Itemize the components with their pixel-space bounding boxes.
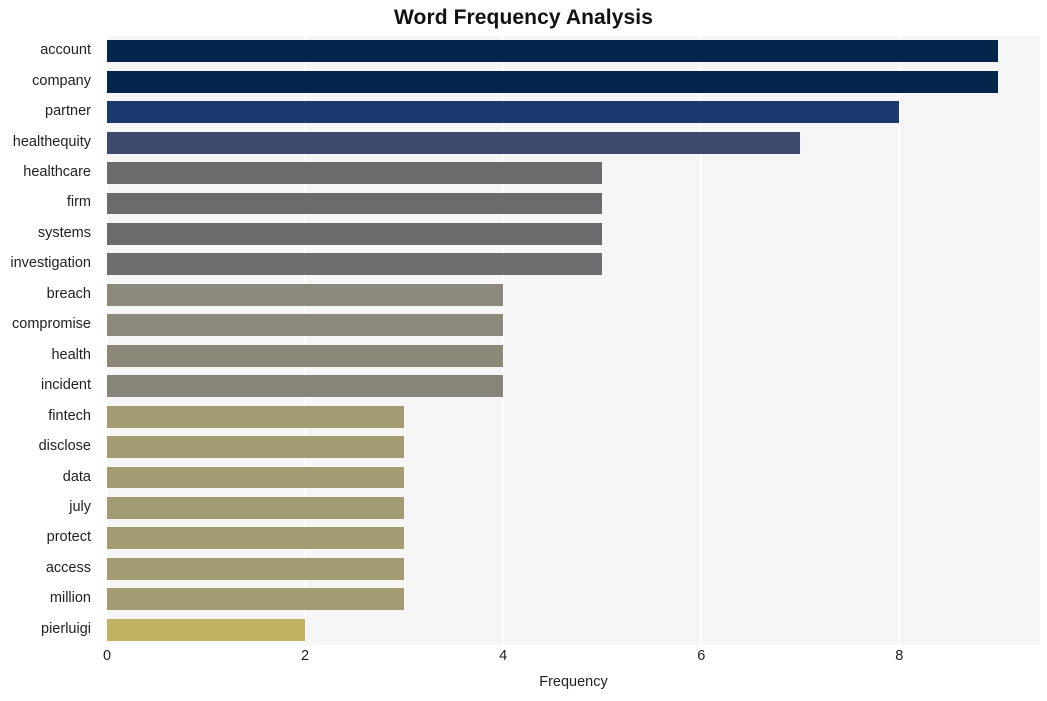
y-axis-tick-label: partner [45, 103, 91, 120]
bar-row [107, 588, 1040, 611]
bar-row [107, 253, 1040, 276]
y-axis-tick-label: healthcare [23, 164, 91, 181]
bar-row [107, 131, 1040, 154]
gridline [898, 36, 901, 645]
bar [107, 70, 999, 93]
x-axis-tick-label: 0 [102, 648, 112, 664]
plot-area [107, 36, 1040, 645]
chart-figure: Word Frequency Analysis account company pa… [0, 0, 1047, 701]
x-axis-tick-label: 6 [697, 648, 706, 664]
bar [107, 40, 999, 63]
bar-row [107, 222, 1040, 245]
y-axis-tick-label: million [49, 590, 91, 607]
y-axis-tick-label: healthequity [12, 133, 91, 150]
y-axis-tick-label: pierluigi [41, 620, 91, 637]
bar [107, 588, 405, 611]
bar [107, 192, 603, 215]
x-axis-tick-label: 8 [895, 648, 904, 664]
bar-row [107, 557, 1040, 580]
y-axis-tick-label: fintech [48, 407, 91, 424]
bar-row [107, 40, 1040, 63]
x-axis-tick-labels: 0 2 4 6 8 [0, 648, 1047, 672]
bar-row [107, 466, 1040, 489]
bar [107, 466, 405, 489]
bar [107, 375, 504, 398]
bar-row [107, 344, 1040, 367]
bar [107, 557, 405, 580]
y-axis-tick-label: incident [41, 377, 91, 394]
x-axis-tick-label: 2 [301, 648, 310, 664]
bar-row [107, 497, 1040, 519]
bar-row [107, 405, 1040, 428]
bar [107, 101, 900, 124]
y-axis-tick-label: access [45, 559, 91, 576]
y-axis-tick-label: systems [37, 224, 91, 241]
y-axis-tick-label: breach [46, 285, 91, 302]
y-axis-tick-label: compromise [12, 316, 91, 333]
y-axis-tick-label: data [62, 468, 91, 485]
y-axis-tick-labels: account company partner healthequity healthc… [0, 36, 100, 645]
y-axis-tick-label: health [51, 346, 91, 363]
bar-row [107, 283, 1040, 306]
bar-row [107, 162, 1040, 184]
bar [107, 314, 504, 337]
bar [107, 344, 504, 367]
bar [107, 253, 603, 276]
bar-row [107, 527, 1040, 550]
bar-row [107, 375, 1040, 398]
y-axis-tick-label: firm [66, 194, 91, 211]
x-axis-label: Frequency [539, 674, 608, 690]
y-axis-tick-label: account [40, 42, 91, 59]
bar-row [107, 101, 1040, 124]
x-axis-tick-label: 4 [499, 648, 508, 664]
bar-row [107, 192, 1040, 215]
y-axis-tick-label: protect [46, 529, 91, 546]
gridline [107, 36, 108, 645]
y-axis-tick-label: investigation [10, 255, 91, 272]
bar-row [107, 618, 1040, 641]
bar [107, 497, 405, 519]
gridline [700, 36, 703, 645]
bar [107, 131, 801, 154]
y-axis-tick-label: july [69, 498, 91, 515]
gridline [502, 36, 505, 645]
bar [107, 162, 603, 184]
bar [107, 436, 405, 459]
bar [107, 527, 405, 550]
gridline [304, 36, 307, 645]
y-axis-tick-label: company [32, 72, 91, 89]
bar-row [107, 436, 1040, 459]
bar-row [107, 70, 1040, 93]
bar-row [107, 314, 1040, 337]
bar [107, 618, 306, 641]
bar [107, 405, 405, 428]
bar [107, 283, 504, 306]
chart-title: Word Frequency Analysis [393, 6, 654, 29]
bar [107, 222, 603, 245]
y-axis-tick-label: disclose [38, 438, 91, 455]
